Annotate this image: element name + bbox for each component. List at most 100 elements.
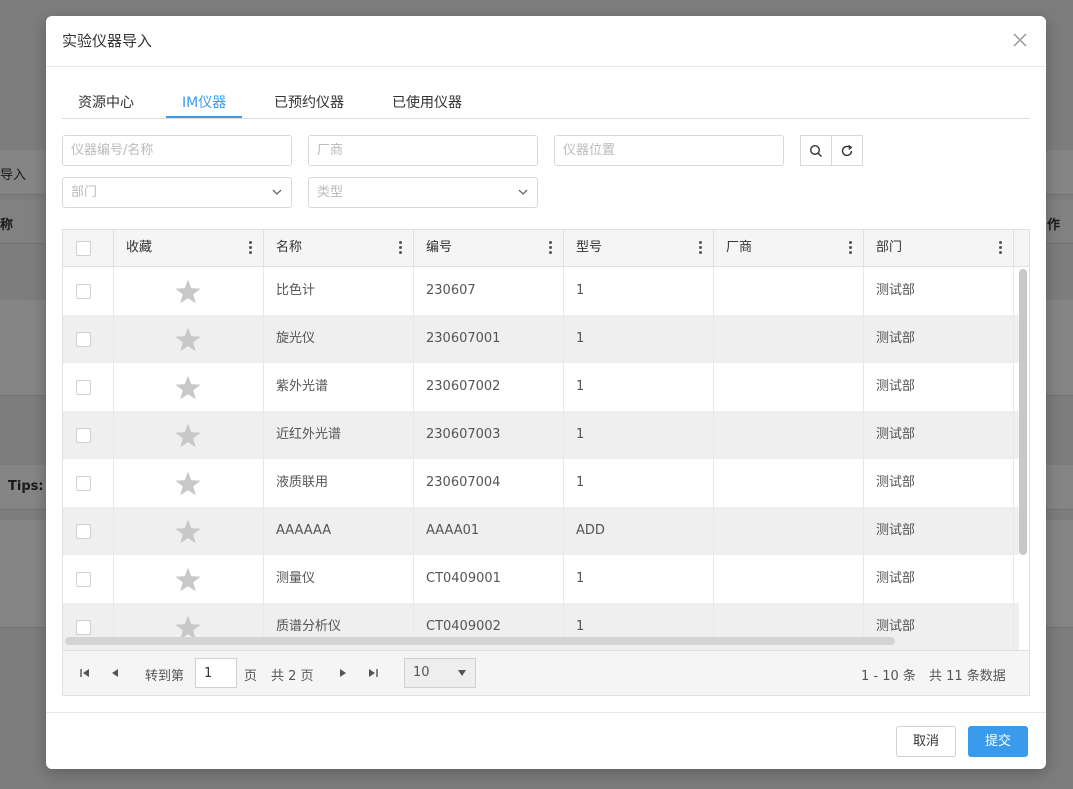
department-placeholder: 部门: [71, 185, 98, 200]
favorite-cell: [114, 555, 264, 603]
submit-button[interactable]: 提交: [968, 726, 1028, 757]
tab-reserved-instruments[interactable]: 已预约仪器: [274, 92, 344, 120]
cell-vendor: [714, 267, 864, 315]
goto-label: 转到第: [145, 669, 185, 684]
star-icon[interactable]: [174, 327, 202, 353]
cell-name: 旋光仪: [264, 315, 414, 363]
row-checkbox[interactable]: [76, 620, 91, 635]
star-icon[interactable]: [174, 375, 202, 401]
next-page-icon[interactable]: [337, 667, 349, 679]
page-size-select[interactable]: 10: [404, 658, 476, 688]
import-dialog: 实验仪器导入 资源中心 IM仪器 已预约仪器 已使用仪器 部门 类型 收藏: [46, 16, 1046, 769]
type-placeholder: 类型: [317, 185, 344, 200]
cell-model: 1: [564, 315, 714, 363]
tab-resource-center[interactable]: 资源中心: [78, 92, 134, 120]
table-row[interactable]: 旋光仪 230607001 1 测试部: [63, 315, 1019, 363]
refresh-button[interactable]: [831, 135, 863, 166]
vertical-scrollbar[interactable]: [1019, 269, 1027, 555]
range-label: 1 - 10 条: [861, 669, 916, 684]
favorite-cell: [114, 267, 264, 315]
row-checkbox[interactable]: [76, 332, 91, 347]
department-select[interactable]: 部门: [62, 177, 292, 208]
search-icon: [809, 144, 822, 157]
cell-vendor: [714, 411, 864, 459]
cell-vendor: [714, 315, 864, 363]
cell-vendor: [714, 363, 864, 411]
cell-department: 测试部: [864, 507, 1014, 555]
close-icon[interactable]: [1010, 30, 1030, 50]
column-menu-icon[interactable]: [999, 240, 1003, 256]
row-select-cell: [63, 459, 114, 507]
row-select-cell: [63, 267, 114, 315]
search-button[interactable]: [800, 135, 832, 166]
cell-vendor: [714, 555, 864, 603]
dialog-header: 实验仪器导入: [46, 16, 1046, 67]
cell-name: 近红外光谱: [264, 411, 414, 459]
star-icon[interactable]: [174, 279, 202, 305]
cell-model: 1: [564, 363, 714, 411]
table-row[interactable]: 紫外光谱 230607002 1 测试部: [63, 363, 1019, 411]
column-header-department[interactable]: 部门: [864, 230, 1014, 267]
total-records-label: 共 11 条数据: [929, 669, 1006, 684]
row-checkbox[interactable]: [76, 524, 91, 539]
favorite-cell: [114, 459, 264, 507]
star-icon[interactable]: [174, 519, 202, 545]
row-select-cell: [63, 315, 114, 363]
column-header-name[interactable]: 名称: [264, 230, 414, 267]
pagination-bar: 转到第 页 共 2 页 10 1 - 10 条 共 11 条数据: [63, 650, 1029, 695]
cell-department: 测试部: [864, 555, 1014, 603]
first-page-icon[interactable]: [79, 667, 91, 679]
location-input[interactable]: [554, 135, 784, 166]
code-name-input[interactable]: [62, 135, 292, 166]
column-menu-icon[interactable]: [699, 240, 703, 256]
table-row[interactable]: 液质联用 230607004 1 测试部: [63, 459, 1019, 507]
column-menu-icon[interactable]: [549, 240, 553, 256]
column-menu-icon[interactable]: [249, 240, 253, 256]
column-header-label: 编号: [426, 240, 453, 255]
tab-used-instruments[interactable]: 已使用仪器: [392, 92, 462, 120]
column-header-code[interactable]: 编号: [414, 230, 564, 267]
cell-department: 测试部: [864, 363, 1014, 411]
cell-name: 测量仪: [264, 555, 414, 603]
page-size-value: 10: [413, 665, 430, 680]
favorite-cell: [114, 411, 264, 459]
row-select-cell: [63, 363, 114, 411]
column-header-model[interactable]: 型号: [564, 230, 714, 267]
vendor-input[interactable]: [308, 135, 538, 166]
star-icon[interactable]: [174, 471, 202, 497]
row-checkbox[interactable]: [76, 572, 91, 587]
cell-name: 液质联用: [264, 459, 414, 507]
star-icon[interactable]: [174, 567, 202, 593]
cell-code: 230607002: [414, 363, 564, 411]
type-select[interactable]: 类型: [308, 177, 538, 208]
star-icon[interactable]: [174, 423, 202, 449]
column-header-label: 部门: [876, 240, 903, 255]
column-header-label: 收藏: [126, 240, 153, 255]
table-row[interactable]: 比色计 230607 1 测试部: [63, 267, 1019, 315]
cell-code: AAAA01: [414, 507, 564, 555]
row-select-cell: [63, 507, 114, 555]
cancel-button[interactable]: 取消: [896, 726, 956, 757]
caret-down-icon: [458, 670, 466, 676]
prev-page-icon[interactable]: [109, 667, 121, 679]
table-row[interactable]: 测量仪 CT0409001 1 测试部: [63, 555, 1019, 603]
cell-model: 1: [564, 459, 714, 507]
table-row[interactable]: 近红外光谱 230607003 1 测试部: [63, 411, 1019, 459]
cell-code: 230607001: [414, 315, 564, 363]
row-checkbox[interactable]: [76, 380, 91, 395]
row-checkbox[interactable]: [76, 476, 91, 491]
column-menu-icon[interactable]: [849, 240, 853, 256]
horizontal-scrollbar[interactable]: [65, 637, 895, 645]
row-checkbox[interactable]: [76, 284, 91, 299]
cell-vendor: [714, 507, 864, 555]
table-row[interactable]: AAAAAA AAAA01 ADD 测试部: [63, 507, 1019, 555]
row-checkbox[interactable]: [76, 428, 91, 443]
row-select-cell: [63, 555, 114, 603]
last-page-icon[interactable]: [367, 667, 379, 679]
page-number-input[interactable]: [195, 658, 237, 688]
column-menu-icon[interactable]: [399, 240, 403, 256]
select-all-checkbox[interactable]: [76, 241, 91, 256]
column-header-vendor[interactable]: 厂商: [714, 230, 864, 267]
column-header-favorite[interactable]: 收藏: [114, 230, 264, 267]
header-select-cell: [63, 230, 114, 267]
